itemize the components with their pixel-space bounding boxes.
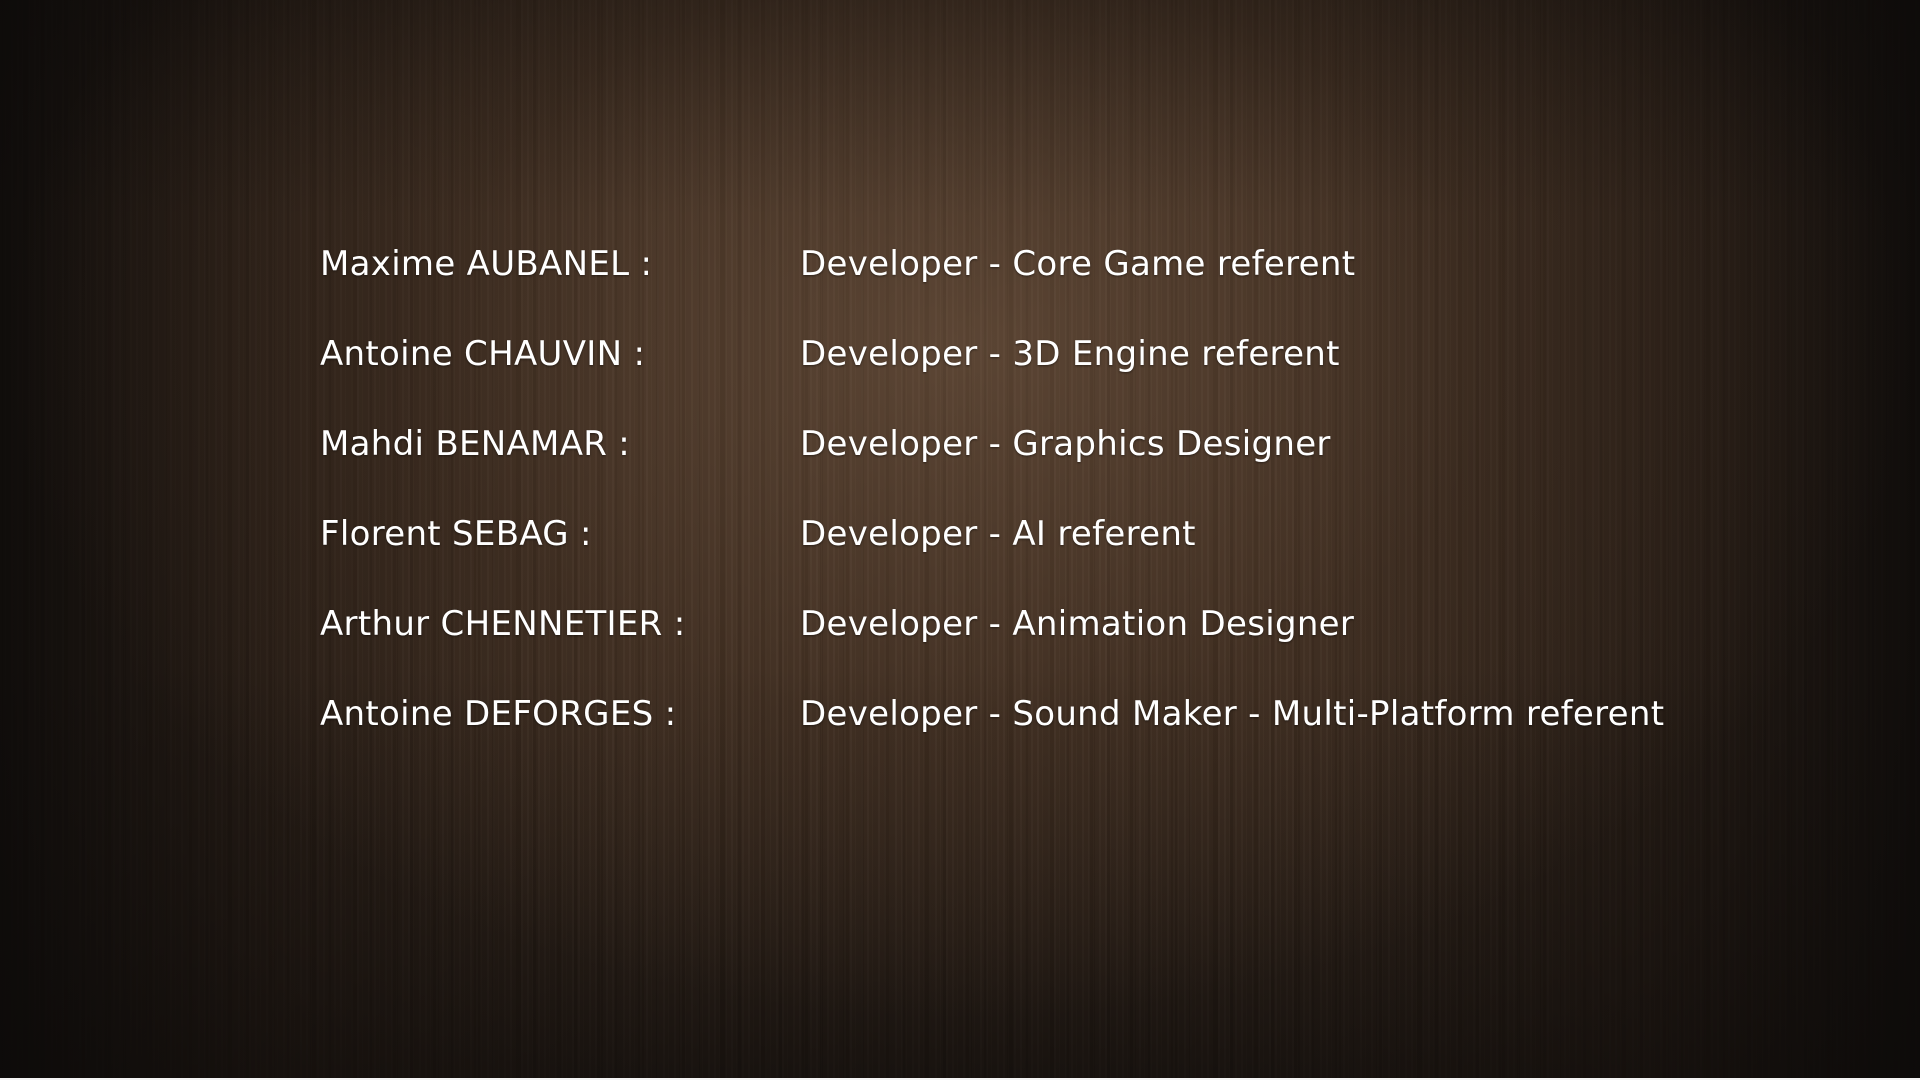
credit-name: Maxime AUBANEL :	[320, 244, 653, 284]
credit-name: Florent SEBAG :	[320, 514, 592, 554]
credit-role: Developer - Sound Maker - Multi-Platform…	[800, 694, 1665, 734]
credit-role: Developer - Core Game referent	[800, 244, 1356, 284]
credits-slide: Maxime AUBANEL : Developer - Core Game r…	[0, 0, 1920, 1078]
credit-name: Antoine CHAUVIN :	[320, 334, 646, 374]
credit-row: Maxime AUBANEL : Developer - Core Game r…	[320, 236, 1780, 326]
credit-role: Developer - Animation Designer	[800, 604, 1355, 644]
credit-name: Mahdi BENAMAR :	[320, 424, 631, 464]
credit-row: Mahdi BENAMAR : Developer - Graphics Des…	[320, 416, 1780, 506]
credit-name: Arthur CHENNETIER :	[320, 604, 686, 644]
credits-list: Maxime AUBANEL : Developer - Core Game r…	[320, 236, 1780, 776]
credit-row: Antoine DEFORGES : Developer - Sound Mak…	[320, 686, 1780, 776]
credit-role: Developer - 3D Engine referent	[800, 334, 1340, 374]
credit-row: Arthur CHENNETIER : Developer - Animatio…	[320, 596, 1780, 686]
credit-row: Antoine CHAUVIN : Developer - 3D Engine …	[320, 326, 1780, 416]
credit-row: Florent SEBAG : Developer - AI referent	[320, 506, 1780, 596]
credit-name: Antoine DEFORGES :	[320, 694, 677, 734]
credit-role: Developer - Graphics Designer	[800, 424, 1331, 464]
credit-role: Developer - AI referent	[800, 514, 1196, 554]
